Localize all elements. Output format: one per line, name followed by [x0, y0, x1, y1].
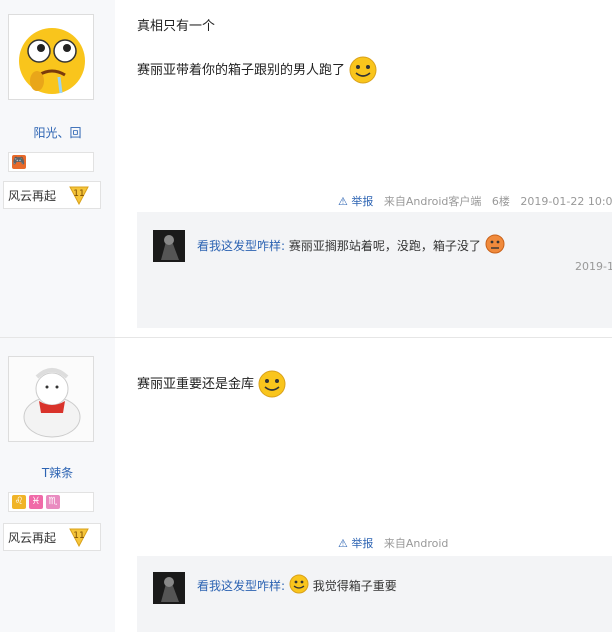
- reply-username[interactable]: 看我这发型咋样:: [197, 239, 285, 253]
- svg-text:11: 11: [73, 531, 84, 541]
- level-name: 风云再起: [8, 188, 57, 203]
- svg-text:11: 11: [73, 189, 84, 199]
- badge-row: ♌ ♓ ♏: [8, 492, 94, 512]
- author-sidebar: 阳光、回 🎮 风云再起 11: [0, 0, 115, 338]
- snow-girl-avatar-icon: [9, 357, 93, 441]
- level-badge-icon: 11: [69, 528, 89, 547]
- drooling-emoji-avatar-icon: [19, 28, 85, 94]
- post-line-1: 赛丽亚重要还是金库: [137, 377, 255, 392]
- level-row: 风云再起 11: [3, 181, 101, 209]
- report-link[interactable]: ⚠ 举报: [338, 537, 373, 550]
- badge-row: 🎮: [8, 152, 94, 172]
- post-time: 2019-01-22 10:0: [520, 195, 612, 208]
- level-badge-icon: 11: [69, 186, 89, 205]
- author-sidebar: T辣条 ♌ ♓ ♏ 风云再起 11: [0, 338, 115, 632]
- reply-box: 看我这发型咋样: 我觉得箱子重要: [137, 556, 612, 632]
- reply-text: 我觉得箱子重要: [312, 579, 397, 593]
- post-line-2: 赛丽亚带着你的箱子跟别的男人跑了: [137, 63, 346, 78]
- warning-icon: ⚠: [338, 195, 348, 208]
- reply-line: 看我这发型咋样: 我觉得箱子重要: [197, 574, 397, 594]
- post-line-1: 真相只有一个: [137, 19, 216, 34]
- floor-number: 6楼: [491, 195, 510, 208]
- author-username[interactable]: T辣条: [0, 464, 115, 481]
- anime-avatar-icon: [153, 572, 185, 604]
- post-meta: ⚠ 举报 来自Android: [338, 535, 448, 551]
- author-avatar[interactable]: [8, 356, 94, 442]
- warning-icon: ⚠: [338, 537, 348, 550]
- author-username[interactable]: 阳光、回: [0, 124, 115, 141]
- client-source: 来自Android: [383, 537, 449, 550]
- scorpio-badge-icon[interactable]: ♏: [46, 495, 60, 509]
- anime-avatar-icon: [153, 230, 185, 262]
- reply-avatar[interactable]: [153, 572, 185, 604]
- reply-avatar[interactable]: [153, 230, 185, 262]
- reply-text: 赛丽亚搁那站着呢，没跑，箱子没了: [288, 239, 481, 253]
- reply-username[interactable]: 看我这发型咋样:: [197, 579, 285, 593]
- post-floor-7: T辣条 ♌ ♓ ♏ 风云再起 11 赛丽亚重要还是金库 ⚠ 举报 来自Andro…: [0, 338, 612, 632]
- reply-box: 看我这发型咋样: 赛丽亚搁那站着呢，没跑，箱子没了 2019-1: [137, 212, 612, 328]
- report-link[interactable]: ⚠ 举报: [338, 195, 373, 208]
- smile-emoji-icon: [258, 370, 286, 398]
- game-badge-icon[interactable]: 🎮: [12, 155, 26, 169]
- post-line-2-wrapper: 赛丽亚带着你的箱子跟别的男人跑了: [137, 56, 377, 84]
- leo-badge-icon[interactable]: ♌: [12, 495, 26, 509]
- post-meta: ⚠ 举报 来自Android客户端 6楼 2019-01-22 10:0: [338, 193, 612, 209]
- author-avatar[interactable]: [8, 14, 94, 100]
- pisces-badge-icon[interactable]: ♓: [29, 495, 43, 509]
- level-name: 风云再起: [8, 530, 57, 545]
- smile-emoji-icon: [349, 56, 377, 84]
- level-row: 风云再起 11: [3, 523, 101, 551]
- smile-emoji-icon: [289, 574, 309, 594]
- reply-line: 看我这发型咋样: 赛丽亚搁那站着呢，没跑，箱子没了: [197, 234, 505, 254]
- post-floor-6: 阳光、回 🎮 风云再起 11 真相只有一个 赛丽亚带着你的箱子跟别的男人跑了 ⚠…: [0, 0, 612, 338]
- angry-emoji-icon: [485, 234, 505, 254]
- client-source: 来自Android客户端: [383, 195, 482, 208]
- post-line-1-wrapper: 赛丽亚重要还是金库: [137, 370, 286, 398]
- reply-time: 2019-1: [575, 260, 612, 273]
